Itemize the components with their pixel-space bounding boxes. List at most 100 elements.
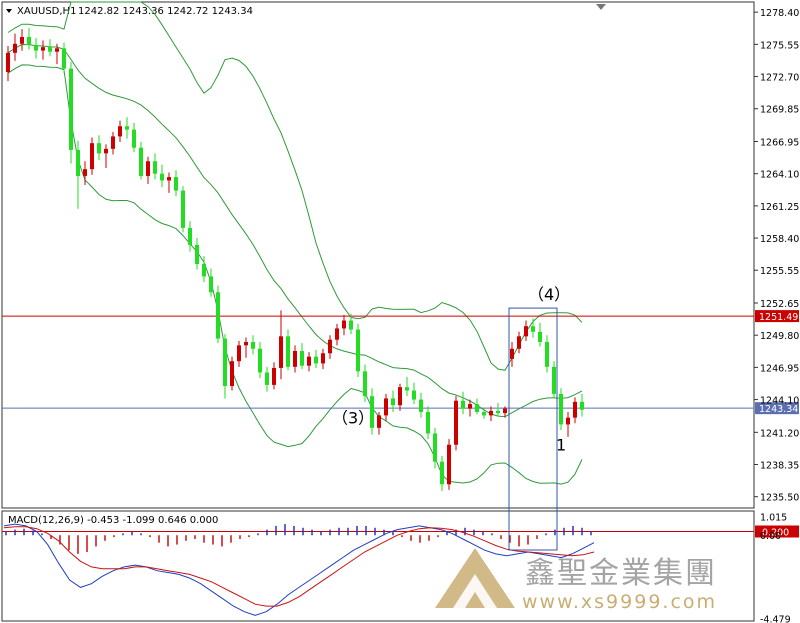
candle-body: [496, 410, 500, 414]
candle-body: [146, 161, 150, 176]
candle-body: [125, 126, 129, 130]
candle-body: [48, 47, 52, 52]
wave-label: （4）: [528, 285, 570, 304]
candle-body: [181, 190, 185, 228]
candle-body: [132, 129, 136, 148]
candle-body: [517, 336, 521, 349]
watermark-url: www.xs9999.com: [522, 591, 717, 613]
candle-body: [566, 417, 570, 425]
candle-body: [377, 415, 381, 428]
candle-body: [244, 341, 248, 346]
candle-body: [111, 136, 115, 149]
price-tick-label: 1278.40: [760, 8, 799, 19]
candle-body: [139, 147, 143, 176]
candle-body: [531, 326, 535, 332]
price-tick-label: 1238.35: [760, 461, 799, 472]
candle-body: [286, 336, 290, 367]
candle: [447, 439, 451, 490]
candle-body: [118, 126, 122, 137]
candle-body: [237, 345, 241, 362]
candle-body: [279, 336, 283, 368]
candle-body: [475, 404, 479, 412]
candle-body: [69, 68, 73, 150]
price-tick-label: 1241.20: [760, 428, 799, 439]
candle-body: [412, 390, 416, 400]
candle-body: [76, 149, 80, 176]
candle-body: [300, 351, 304, 366]
candle-body: [55, 48, 59, 52]
candle-body: [293, 351, 297, 367]
trading-chart[interactable]: XAUUSD,H1 1242.82 1243.36 1242.72 1243.3…: [0, 0, 800, 623]
candle-body: [307, 356, 311, 366]
price-tick-label: 1258.40: [760, 234, 799, 245]
candle-body: [482, 411, 486, 416]
candle-body: [265, 372, 269, 385]
candle-body: [167, 177, 171, 181]
candle-body: [209, 276, 213, 293]
candle-body: [398, 387, 402, 406]
candle-body: [454, 400, 458, 445]
candle-body: [363, 371, 367, 397]
candle-body: [216, 292, 220, 339]
price-tick-label: 1275.55: [760, 40, 799, 51]
macd-tick-label: 0.00: [760, 531, 781, 542]
candle-body: [20, 37, 24, 44]
candle: [559, 388, 563, 431]
price-tick-label: 1272.70: [760, 73, 799, 84]
candle-body: [489, 410, 493, 416]
candle-body: [174, 177, 178, 191]
candle-body: [356, 329, 360, 372]
candle-body: [440, 461, 444, 485]
price-tick-label: 1261.25: [760, 202, 799, 213]
candle-body: [349, 320, 353, 330]
candle-body: [328, 339, 332, 354]
candle-body: [433, 433, 437, 462]
candle-body: [573, 401, 577, 418]
watermark-company-name: 鑫聖金業集團: [525, 556, 717, 591]
candle-body: [62, 48, 66, 69]
candle-body: [391, 398, 395, 406]
candle-body: [447, 444, 451, 485]
wave-label: （3）: [332, 408, 374, 427]
candle-body: [195, 244, 199, 265]
price-level-label: 1251.49: [759, 312, 798, 323]
price-tick-label: 1249.80: [760, 331, 799, 342]
candle-body: [160, 173, 164, 181]
candle-body: [335, 328, 339, 340]
candle-body: [314, 356, 318, 364]
candle-body: [580, 401, 584, 410]
candle-body: [342, 320, 346, 329]
candle-body: [538, 331, 542, 342]
price-tick-label: 1266.95: [760, 137, 799, 148]
candle: [181, 186, 185, 233]
candle-body: [524, 326, 528, 337]
candle-body: [258, 348, 262, 373]
candle-body: [510, 348, 514, 359]
candle-body: [272, 367, 276, 385]
candle-body: [202, 264, 206, 277]
candle-body: [426, 411, 430, 434]
macd-title: MACD(12,26,9) -0.453 -1.099 0.646 0.000: [8, 515, 218, 526]
candle-body: [34, 44, 38, 51]
candle-body: [104, 148, 108, 154]
price-tick-label: 1264.10: [760, 170, 799, 181]
price-tick-label: 1255.55: [760, 266, 799, 277]
candle-body: [559, 393, 563, 425]
candle-body: [552, 366, 556, 394]
price-pane-frame: [1, 1, 755, 509]
candle-body: [384, 398, 388, 416]
candle-body: [545, 341, 549, 367]
macd-tick-label: -4.479: [760, 615, 791, 623]
price-tick-label: 1235.50: [760, 493, 799, 504]
candle-body: [97, 143, 101, 154]
price-axis: 1278.40 1275.55 1272.70 1269.85 1266.95 1264.…: [754, 8, 799, 504]
wave-label: 1: [556, 435, 566, 454]
price-tick-label: 1269.85: [760, 105, 799, 116]
macd-tick-label: 1.015: [760, 512, 787, 523]
candle-body: [468, 404, 472, 409]
candle-body: [419, 399, 423, 412]
candle: [69, 61, 73, 164]
candle-body: [251, 341, 255, 349]
candle: [356, 323, 360, 377]
candle-body: [83, 169, 87, 176]
